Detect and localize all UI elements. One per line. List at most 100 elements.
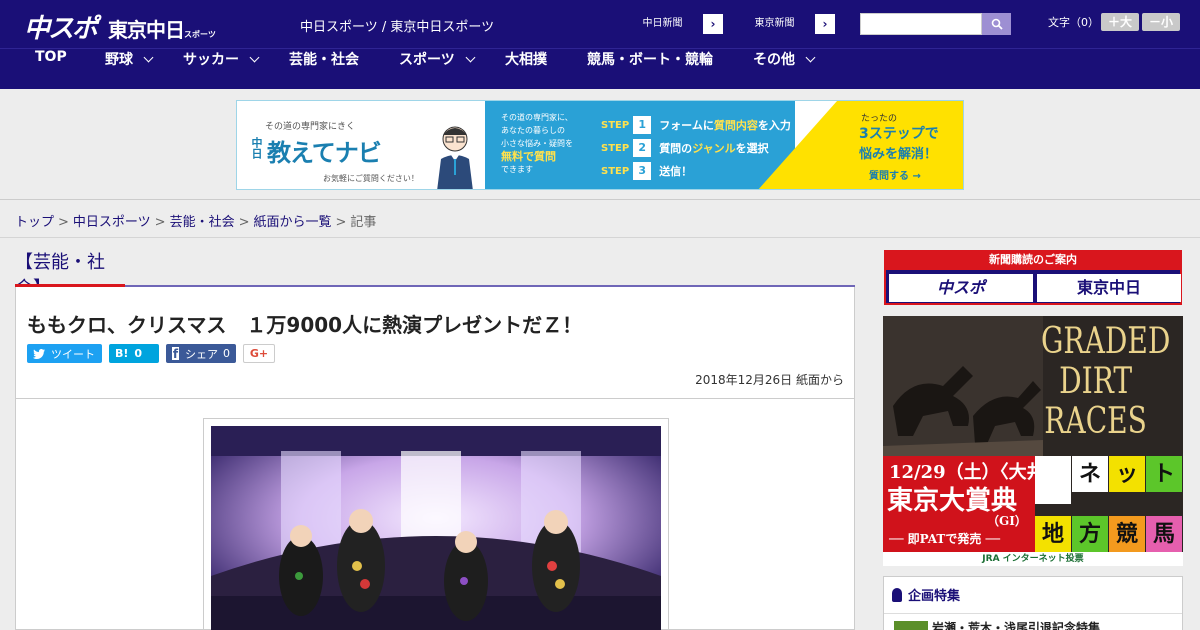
ad-area: その道の専門家にきく 中日 教えてナビ お気軽にご質問ください！ その道の専門家… <box>0 89 1200 200</box>
step-text: 送信！ <box>659 165 693 178</box>
grid-char: 方 <box>1072 516 1108 552</box>
logo-chusupo[interactable]: 中スポ <box>24 8 98 45</box>
jra-logo <box>1035 456 1071 504</box>
step-text: を入力 <box>757 119 791 132</box>
search-icon <box>991 18 1003 30</box>
font-smaller-button[interactable]: －小 <box>1142 13 1180 31</box>
step-text: 質問の <box>659 142 693 155</box>
nav-item-other[interactable]: その他 <box>753 49 816 89</box>
pin-icon <box>892 588 902 602</box>
hatena-bookmark-button[interactable]: B! 0 <box>109 344 159 363</box>
chunichi-shimbun-link[interactable]: 中日新聞 › <box>622 13 724 35</box>
race-ad-title-line: GRADED <box>1041 321 1171 362</box>
tokyo-shimbun-link[interactable]: 東京新聞 › <box>734 13 836 35</box>
article-dateline: 2018年12月26日 紙面から <box>695 371 844 388</box>
feature-thumbnail[interactable] <box>894 621 928 630</box>
step-label: STEP <box>601 119 630 131</box>
ad-brand: 教えてナビ <box>267 139 382 167</box>
ad-pitch-line: 小さな悩み・疑問を <box>501 139 573 148</box>
hatena-count: 0 <box>134 347 143 360</box>
nav-item-sports[interactable]: スポーツ <box>399 49 476 89</box>
article-photo[interactable] <box>211 426 661 630</box>
race-ad-title-line: DIRT <box>1059 361 1133 402</box>
logo-tokyo-sub: スポーツ <box>184 30 216 39</box>
nav-item-racing[interactable]: 競馬・ボート・競輪 <box>587 49 713 89</box>
google-plus-icon: G+ <box>249 347 269 360</box>
grid-char: 競 <box>1109 516 1145 552</box>
breadcrumb-print-list[interactable]: 紙面から一覧 <box>254 215 332 230</box>
chevron-right-icon: › <box>710 17 716 31</box>
ad-tagline: その道の専門家にきく <box>265 122 356 132</box>
grid-char: 地 <box>1035 516 1071 552</box>
nav-item-entertainment[interactable]: 芸能・社会 <box>289 49 359 89</box>
facebook-share-button[interactable]: f シェア 0 <box>166 344 236 363</box>
nav-item-label: スポーツ <box>399 52 455 68</box>
ad-right-text: 悩みを解消！ <box>859 147 938 162</box>
hatena-icon: B! <box>115 347 129 360</box>
horse-racing-illustration <box>883 316 1043 456</box>
nav-item-top[interactable]: TOP <box>35 49 67 89</box>
facebook-icon: f <box>172 347 179 361</box>
nav-item-soccer[interactable]: サッカー <box>183 49 260 89</box>
subscription-box: 新聞購読のご案内 中スポ 東京中日 <box>884 250 1182 305</box>
nav-item-label: 芸能・社会 <box>289 52 359 68</box>
font-size-label: 文字（0） <box>1048 16 1099 29</box>
subscribe-tokyo-chunichi-button[interactable]: 東京中日 <box>1037 274 1181 302</box>
nav-item-label: 競馬・ボート・競輪 <box>587 52 713 68</box>
breadcrumb-separator: > <box>238 215 250 230</box>
breadcrumb-chunichi-sports[interactable]: 中日スポーツ <box>73 215 151 230</box>
chevron-down-icon <box>143 52 154 63</box>
search-input[interactable] <box>860 13 982 35</box>
site-logo[interactable]: 中スポ 東京中日 スポーツ <box>24 8 216 44</box>
step-number: 2 <box>633 139 652 157</box>
subscribe-chusupo-button[interactable]: 中スポ <box>889 274 1033 302</box>
ad-right-text: 3ステップで <box>859 126 939 142</box>
logo-tokyo-chunichi[interactable]: 東京中日 <box>108 14 185 43</box>
feature-item-link[interactable]: 岩瀬・荒木・浅尾引退記念特集 <box>932 619 1100 630</box>
breadcrumb: トップ > 中日スポーツ > 芸能・社会 > 紙面から一覧 > 記事 <box>15 211 376 230</box>
google-plus-button[interactable]: G+ <box>243 344 275 363</box>
nav-item-label: その他 <box>753 52 795 68</box>
nav-item-sumo[interactable]: 大相撲 <box>505 49 547 89</box>
ad-step-1: STEP 1 フォーム に 質問内容 を入力 <box>601 116 791 134</box>
top-header: 中スポ 東京中日 スポーツ 中日スポーツ / 東京中日スポーツ 中日新聞 › 東… <box>0 0 1200 48</box>
nav-item-baseball[interactable]: 野球 <box>105 49 154 89</box>
ad-pitch-line: できます <box>501 165 533 174</box>
grid-char: ッ <box>1109 456 1145 492</box>
ad-pitch-line: その道の専門家に、 <box>501 113 573 122</box>
nav-item-label: 野球 <box>105 52 133 68</box>
race-ad-title-line: RACES <box>1044 401 1147 442</box>
race-pat: ── 即PATで発売 ── <box>889 532 1000 546</box>
breadcrumb-home[interactable]: トップ <box>15 215 54 230</box>
site-name: 中日スポーツ / 東京中日スポーツ <box>300 20 495 35</box>
article-headline: ももクロ、クリスマス １万9000人に熱演プレゼントだＺ！ <box>27 313 583 337</box>
site-search <box>860 13 1011 35</box>
step-text: を選択 <box>735 142 769 155</box>
race-info-panel: 12/29（土）〈大井〉 東京大賞典 （GI） ── 即PATで発売 ── <box>883 456 1063 552</box>
tokyo-daishoten-ad[interactable]: GRADED DIRT RACES 12/29（土）〈大井〉 東京大賞典 （GI… <box>883 316 1183 566</box>
breadcrumb-entertainment[interactable]: 芸能・社会 <box>170 215 235 230</box>
ad-pitch-highlight: 無料で質問 <box>501 150 556 163</box>
twitter-icon <box>33 348 45 359</box>
step-number: 3 <box>633 162 652 180</box>
search-button[interactable] <box>982 13 1011 35</box>
ad-note: お気軽にご質問ください！ <box>323 174 419 183</box>
nav-item-label: サッカー <box>183 52 239 68</box>
grid-char: ネ <box>1072 456 1108 492</box>
tweet-button[interactable]: ツイート <box>27 344 102 363</box>
step-text: に <box>702 119 714 132</box>
font-larger-button[interactable]: ＋大 <box>1101 13 1139 31</box>
step-text-highlight: 質問内容 <box>713 119 758 132</box>
ad-cta-button[interactable]: 質問する → <box>869 167 921 182</box>
main-column: 【芸能・社会】 ももクロ、クリスマス １万9000人に熱演プレゼントだＺ！ ツイ… <box>15 238 855 630</box>
nav-item-label: TOP <box>35 49 67 65</box>
oshiete-navi-ad[interactable]: その道の専門家にきく 中日 教えてナビ お気軽にご質問ください！ その道の専門家… <box>236 100 964 190</box>
facebook-count: 0 <box>223 347 230 360</box>
breadcrumb-current: 記事 <box>350 215 377 230</box>
grid-char: 馬 <box>1146 516 1182 552</box>
feature-heading-label: 企画特集 <box>908 589 961 604</box>
concert-photo <box>211 426 661 630</box>
ad-step-2: STEP 2 質問の ジャンル を選択 <box>601 139 769 157</box>
ext-link-label: 東京新聞 <box>735 14 815 34</box>
breadcrumb-separator: > <box>154 215 166 230</box>
